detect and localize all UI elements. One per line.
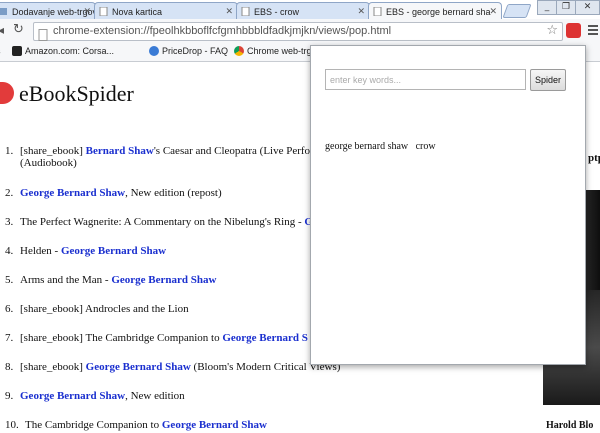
list-item: 2. George Bernard Shaw, New edition (repo… (5, 187, 222, 199)
page-title: eBookSpider (19, 81, 134, 106)
item-number: 1. (5, 145, 14, 157)
author-link[interactable]: George Bernard S (222, 332, 308, 344)
item-number: 8. (5, 361, 14, 373)
new-tab-button[interactable] (502, 4, 532, 18)
query-history[interactable]: george bernard shaw crow (325, 141, 436, 152)
tab-ebs-crow[interactable]: EBS - crow ✕ (236, 2, 370, 19)
star-icon[interactable]: ☆ (546, 23, 558, 38)
address-bar[interactable]: chrome-extension://fpeolhkbboflfcfgmhbbb… (33, 22, 563, 41)
item-text: [share_ebook] Androcles and the Lion (20, 303, 189, 315)
close-icon[interactable]: ✕ (357, 6, 365, 17)
list-item: 5. Arms and the Man - George Bernard Shaw (5, 274, 216, 286)
tab-label: Nova kartica (112, 7, 163, 17)
item-text: , New edition (repost) (125, 187, 222, 199)
list-item: 1. [share_ebook] Bernard Shaw's Caesar an… (5, 145, 310, 169)
close-window-button[interactable]: ✕ (575, 0, 600, 15)
item-text: , New edition (125, 390, 185, 402)
tab-new[interactable]: Nova kartica ✕ (94, 2, 238, 19)
pricedrop-icon (149, 46, 159, 56)
chrome-icon (234, 46, 244, 56)
item-text: The Cambridge Companion to (25, 419, 162, 431)
item-number: 6. (5, 303, 14, 315)
close-icon[interactable]: ✕ (225, 6, 233, 17)
item-number: 2. (5, 187, 14, 199)
close-icon[interactable]: ✕ (83, 6, 91, 17)
item-text: [share_ebook] (20, 361, 86, 373)
menu-icon[interactable] (588, 25, 598, 35)
page-icon (241, 6, 250, 17)
author-link[interactable]: George Bernard Shaw (111, 274, 216, 286)
item-number: 9. (5, 390, 14, 402)
puzzle-icon (0, 7, 8, 16)
close-icon[interactable]: ✕ (489, 6, 497, 17)
item-text: 's Caesar and Cleopatra (Live Perfo (153, 145, 311, 157)
list-item: 7. [share_ebook] The Cambridge Companion … (5, 332, 308, 344)
author-link[interactable]: George Bernard Shaw (20, 390, 125, 402)
item-text: [share_ebook] The Cambridge Companion to (20, 332, 223, 344)
minimize-button[interactable]: _ (537, 0, 557, 15)
page-icon (99, 6, 108, 17)
bookmark-pricedrop[interactable]: PriceDrop - FAQ (149, 46, 228, 56)
item-text: The Perfect Wagnerite: A Commentary on t… (20, 216, 305, 228)
apps-icon[interactable]: s (0, 46, 1, 56)
author-link[interactable]: George Bernard Shaw (162, 419, 267, 431)
item-number: 7. (5, 332, 14, 344)
list-item: 6. [share_ebook] Androcles and the Lion (5, 303, 189, 315)
author-link[interactable]: George Bernard Shaw (61, 245, 166, 257)
search-input[interactable] (325, 69, 526, 90)
ebookspider-extension-icon[interactable] (566, 23, 581, 38)
bookmark-amazon[interactable]: Amazon.com: Corsa... (12, 46, 114, 56)
item-number: 3. (5, 216, 14, 228)
item-text: (Audiobook) (20, 157, 77, 169)
page-icon (373, 6, 382, 17)
list-item: 10. The Cambridge Companion to George Ber… (5, 419, 267, 431)
tab-ebs-george-bernard-shaw[interactable]: EBS - george bernard sha ✕ (368, 2, 502, 19)
list-item: 8. [share_ebook] George Bernard Shaw (Blo… (5, 361, 340, 373)
bookmark-label: Amazon.com: Corsa... (25, 46, 115, 56)
item-number: 5. (5, 274, 14, 286)
tab-strip: Dodavanje web-trgovina ✕ Nova kartica ✕ … (0, 0, 600, 19)
tab-label: EBS - crow (254, 7, 300, 17)
item-text: Helden - (20, 245, 61, 257)
item-number: 10. (5, 419, 19, 431)
spider-button[interactable]: Spider (530, 69, 566, 91)
author-link[interactable]: Bernard Shaw (86, 145, 154, 157)
item-text: [share_ebook] (20, 145, 86, 157)
back-arrow-icon[interactable]: ◂ (0, 23, 4, 37)
tab-web-store[interactable]: Dodavanje web-trgovina ✕ (0, 2, 96, 19)
extension-popup: Spider george bernard shaw crow (310, 45, 586, 365)
amazon-icon (12, 46, 22, 56)
reload-icon[interactable]: ↻ (13, 22, 24, 37)
url-text: chrome-extension://fpeolhkbboflfcfgmhbbb… (53, 25, 392, 37)
list-item: 4. Helden - George Bernard Shaw (5, 245, 166, 257)
restore-button[interactable]: ❐ (556, 0, 576, 15)
list-item: 9. George Bernard Shaw, New edition (5, 390, 185, 402)
author-link[interactable]: George Bernard Shaw (86, 361, 191, 373)
sidebar-heading: ptp (588, 152, 600, 164)
author-link[interactable]: George Bernard Shaw (20, 187, 125, 199)
list-item: 3. The Perfect Wagnerite: A Commentary on… (5, 216, 313, 228)
item-text: Arms and the Man - (20, 274, 112, 286)
bookmark-label: PriceDrop - FAQ (162, 46, 229, 56)
book-caption[interactable]: Harold Blo (546, 420, 593, 431)
item-number: 4. (5, 245, 14, 257)
tab-label: EBS - george bernard sha (386, 7, 491, 17)
